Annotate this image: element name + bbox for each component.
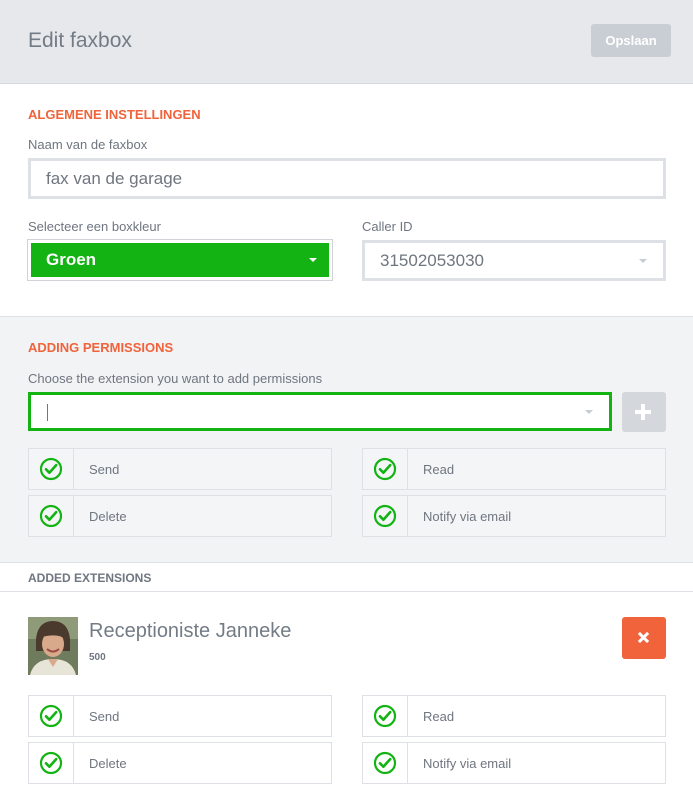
extension-permission-read[interactable]: Read (362, 695, 666, 737)
permission-notify-email[interactable]: Notify via email (362, 495, 666, 537)
general-settings-section: ALGEMENE INSTELLINGEN Naam van de faxbox… (0, 84, 693, 317)
extension-name: Receptioniste Janneke (89, 620, 292, 642)
permission-label: Delete (89, 509, 127, 524)
box-color-value: Groen (46, 250, 97, 269)
caller-id-label: Caller ID (362, 219, 413, 234)
faxbox-name-value: fax van de garage (46, 168, 183, 188)
permission-read[interactable]: Read (362, 448, 666, 490)
check-circle-icon[interactable] (363, 696, 408, 736)
faxbox-name-input[interactable]: fax van de garage (28, 158, 666, 199)
permission-label: Send (89, 462, 120, 477)
permissions-section-title: ADDING PERMISSIONS (28, 340, 174, 355)
added-extensions-header: ADDED EXTENSIONS (0, 563, 693, 592)
check-circle-icon[interactable] (363, 743, 408, 783)
extension-permission-send[interactable]: Send (28, 695, 332, 737)
permission-label: Delete (89, 756, 127, 771)
extension-select[interactable] (28, 392, 612, 431)
added-extension-card: Receptioniste Janneke 500 Send Read Dele… (0, 592, 693, 812)
extension-number: 500 (89, 652, 106, 663)
box-color-label: Selecteer een boxkleur (28, 219, 161, 234)
permission-label: Read (423, 462, 455, 477)
page-title: Edit faxbox (28, 29, 132, 52)
adding-permissions-section: ADDING PERMISSIONS Choose the extension … (0, 317, 693, 563)
extension-select-label: Choose the extension you want to add per… (28, 371, 323, 386)
extension-permission-notify-email[interactable]: Notify via email (362, 742, 666, 784)
faxbox-name-label: Naam van de faxbox (28, 137, 148, 152)
add-extension-button[interactable] (622, 392, 666, 432)
chevron-down-icon (309, 258, 317, 262)
remove-extension-button[interactable] (622, 617, 666, 659)
page-header: Edit faxbox Opslaan (0, 0, 693, 84)
check-circle-icon[interactable] (363, 496, 408, 536)
permission-label: Read (423, 709, 455, 724)
check-circle-icon[interactable] (29, 696, 74, 736)
extension-permission-delete[interactable]: Delete (28, 742, 332, 784)
caller-id-value: 31502053030 (380, 250, 485, 270)
save-button[interactable]: Opslaan (591, 24, 671, 57)
caller-id-select[interactable]: 31502053030 (362, 240, 666, 281)
permission-label: Send (89, 709, 120, 724)
chevron-down-icon (585, 409, 593, 414)
added-extensions-title: ADDED EXTENSIONS (28, 571, 152, 585)
text-cursor (47, 404, 48, 421)
check-circle-icon[interactable] (29, 449, 74, 489)
box-color-select[interactable]: Groen (28, 240, 332, 280)
general-section-title: ALGEMENE INSTELLINGEN (28, 107, 201, 122)
permission-delete[interactable]: Delete (28, 495, 332, 537)
permission-send[interactable]: Send (28, 448, 332, 490)
check-circle-icon[interactable] (363, 449, 408, 489)
permission-label: Notify via email (423, 509, 512, 524)
check-circle-icon[interactable] (29, 743, 74, 783)
chevron-down-icon (639, 258, 647, 263)
permission-label: Notify via email (423, 756, 512, 771)
check-circle-icon[interactable] (29, 496, 74, 536)
avatar (28, 617, 78, 675)
